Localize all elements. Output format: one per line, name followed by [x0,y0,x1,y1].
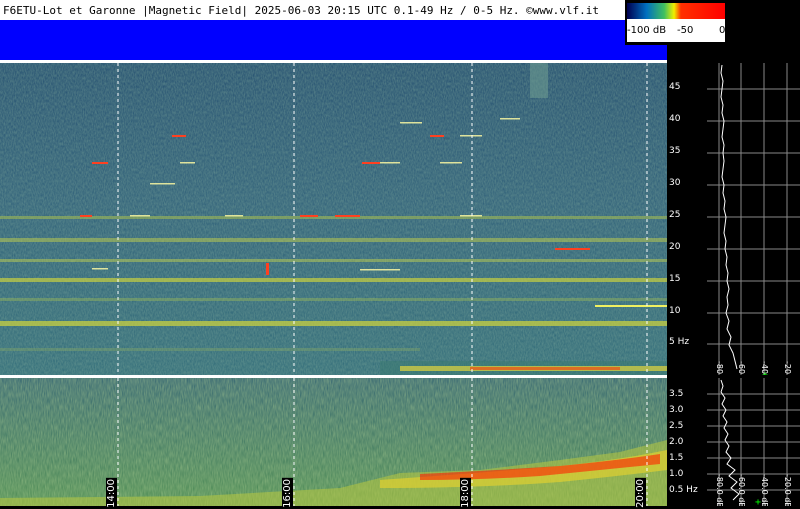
blue-band [0,22,625,60]
db-label-20-low: -20.0 dB [783,474,792,506]
frequency-axis-low: 3.5 3.0 2.5 2.0 1.5 1.0 0.5 Hz [667,378,707,506]
page-title: F6ETU-Lot et Garonne |Magnetic Field| 20… [3,4,600,17]
tick-label: 30 [669,178,681,188]
tick-label: 2.0 [669,437,684,447]
db-label-80-low: -80.0 dB [715,474,724,506]
db-label-80: -80.0 dB [715,361,724,375]
time-label-20: 20:00 [635,478,646,509]
time-label-16: 16:00 [282,478,293,509]
tick-label: 0.5 Hz [669,485,698,495]
tick-label: 15 [669,274,681,284]
tick-label: 1.0 [669,469,684,479]
tick-label: 45 [669,82,681,92]
spectrogram-high-range [0,63,667,375]
tick-label: 3.5 [669,389,684,399]
plus-marker-icon: + [755,497,761,506]
db-label-60: -60.0 dB [737,361,746,375]
spectrogram-low-range [0,378,667,506]
tick-label: 1.5 [669,453,684,463]
tick-label: 20 [669,242,681,252]
frequency-axis-high: 45 40 35 30 25 20 15 10 5 Hz [667,63,707,375]
time-label-14: 14:00 [106,478,117,509]
tick-label: 10 [669,306,681,316]
colorbar-labels: -100 dB -50 0 [627,19,725,42]
tick-label: 35 [669,146,681,156]
db-label-40-low: -40.0 dB [760,474,769,506]
tick-label: 2.5 [669,421,684,431]
plus-marker-icon: + [762,370,768,375]
colorbar-label-mid: -50 [677,25,694,36]
tick-label: 25 [669,210,681,220]
tick-label: 5 Hz [669,337,690,347]
db-label-20: -20.0 dB [783,361,792,375]
title-bar: F6ETU-Lot et Garonne |Magnetic Field| 20… [0,0,625,22]
spectrum-profile-low: -80.0 dB -60.0 dB -40.0 dB -20.0 dB + [707,378,800,506]
tick-label: 3.0 [669,405,684,415]
colorbar-label-min: -100 dB [627,25,667,36]
time-label-18: 18:00 [460,478,471,509]
blue-band-right [625,45,667,60]
colorbar [627,3,725,19]
tick-label: 40 [669,114,681,124]
db-label-60-low: -60.0 dB [737,474,746,506]
spectrum-profile-high: -80.0 dB -60.0 dB -40.0 dB -20.0 dB + [707,63,800,375]
colorbar-label-max: 0 [719,25,726,36]
